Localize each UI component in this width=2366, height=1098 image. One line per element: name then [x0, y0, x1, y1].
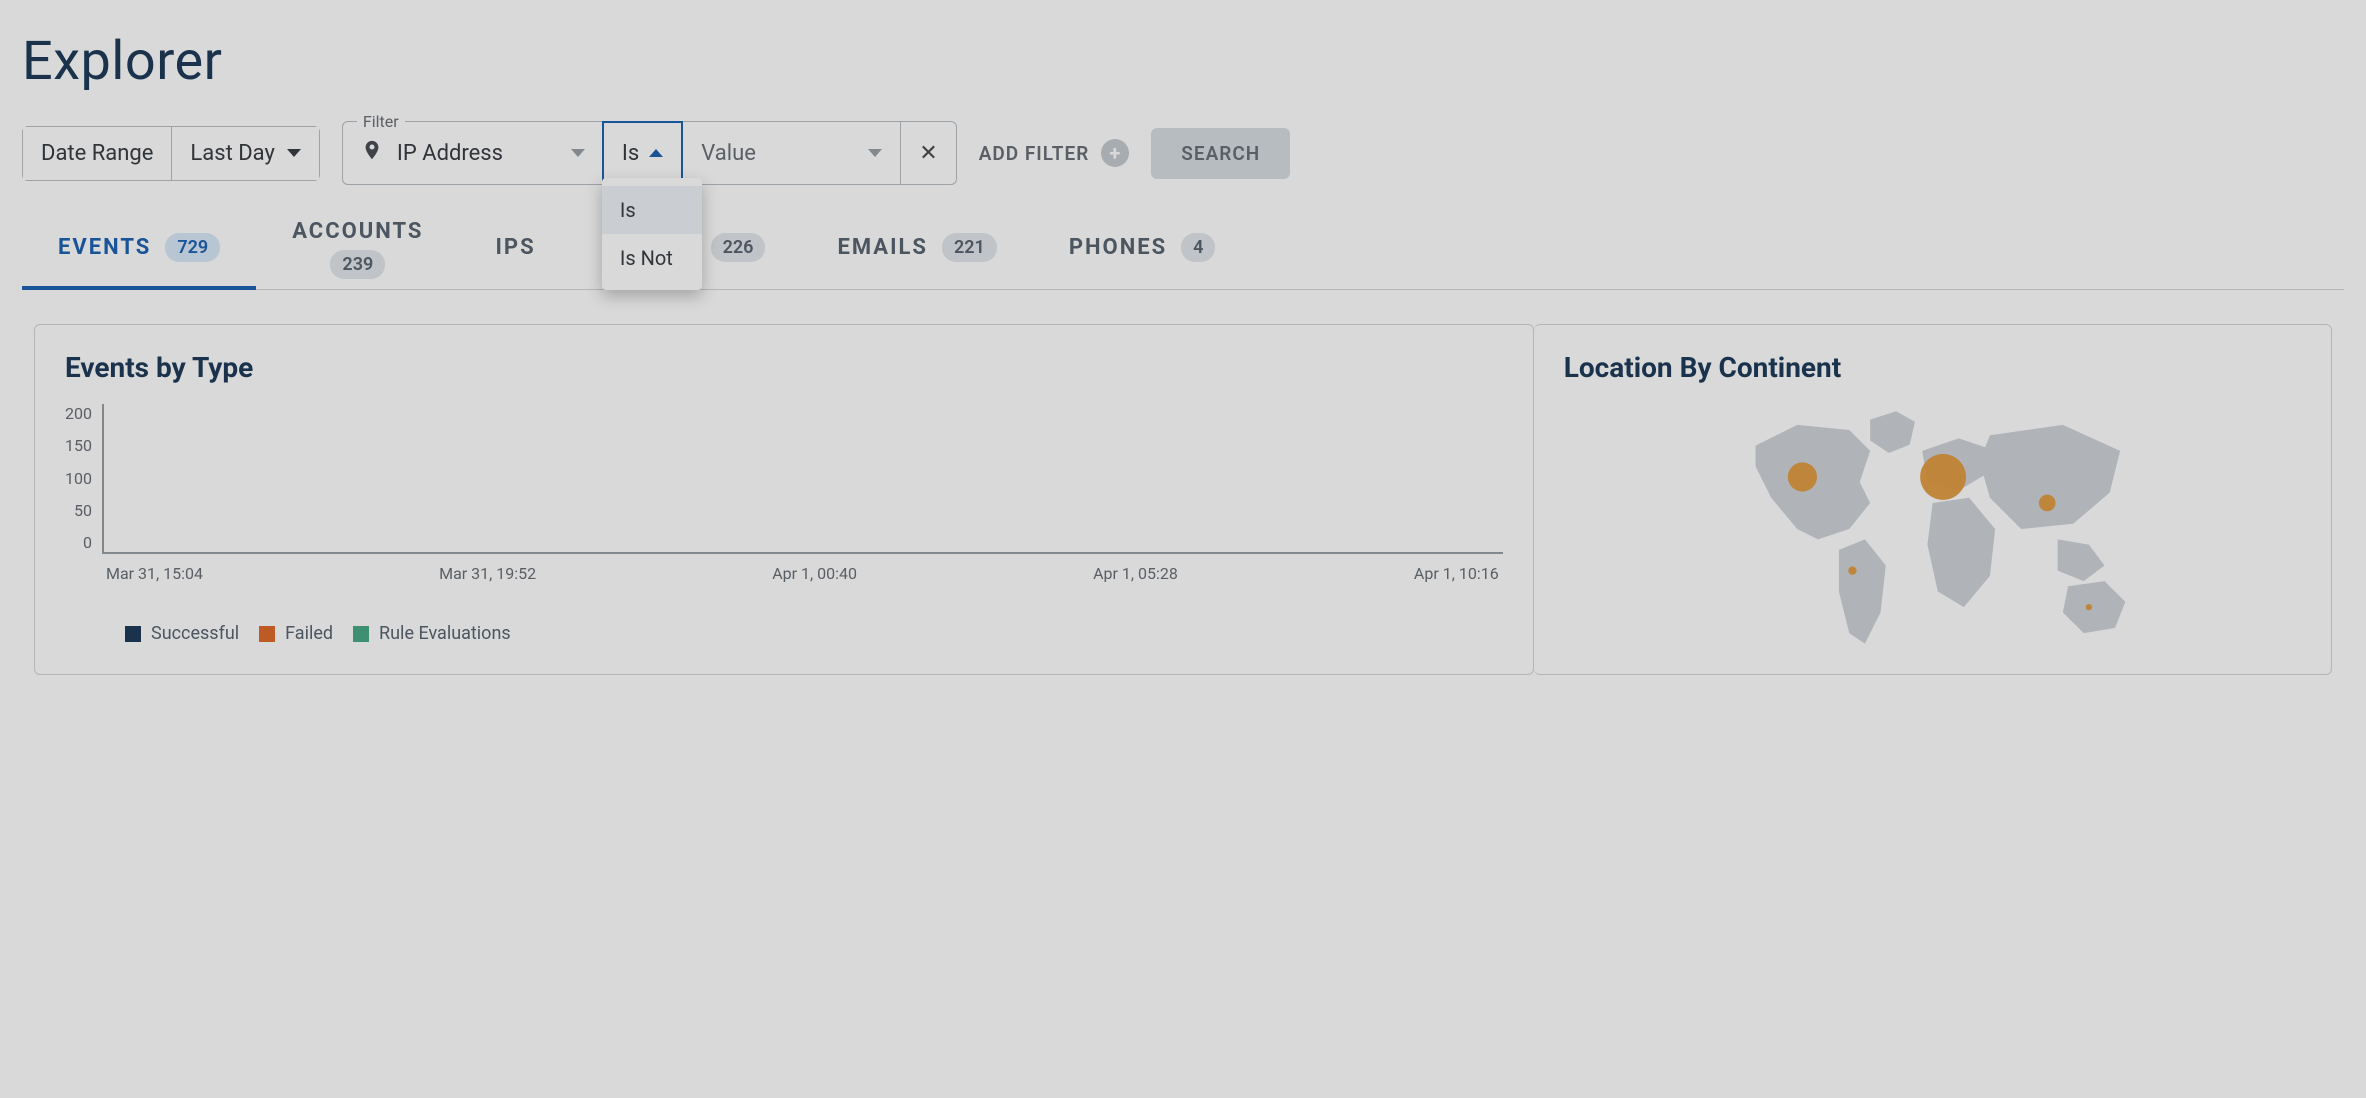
tabs: EVENTS 729 ACCOUNTS 239 IPS PRINTS 226 E…	[22, 209, 2344, 290]
tab-emails[interactable]: EMAILS 221	[801, 209, 1032, 289]
chart-y-axis: 200 150 100 50 0	[65, 404, 102, 554]
date-range-control: Date Range Last Day	[22, 126, 320, 181]
chevron-up-icon	[649, 149, 663, 157]
date-range-label: Date Range	[23, 127, 171, 180]
filter-operator-value: Is	[622, 141, 639, 166]
map-bubble-south-america	[1848, 567, 1856, 575]
cards-row: Events by Type 200 150 100 50 0 Mar 31, 15:0…	[22, 290, 2344, 687]
map-bubble-europe	[1920, 454, 1966, 500]
close-icon: ✕	[919, 141, 937, 166]
map-bubble-asia	[2039, 495, 2056, 512]
tab-badge: 4	[1181, 233, 1215, 262]
operator-dropdown: Is Is Not	[602, 178, 702, 290]
tab-label: EVENTS	[58, 235, 151, 260]
filter-group: Filter IP Address Is Is Is Not	[342, 121, 957, 185]
chart-x-axis: Mar 31, 15:04 Mar 31, 19:52 Apr 1, 00:40 Ap…	[102, 554, 1503, 583]
y-tick: 150	[65, 436, 92, 455]
tab-events[interactable]: EVENTS 729	[22, 209, 256, 289]
page-title: Explorer	[22, 30, 2344, 93]
explorer-page: Explorer Date Range Last Day Filter IP A…	[0, 0, 2366, 717]
x-tick: Apr 1, 10:16	[1414, 564, 1499, 583]
tab-badge: 221	[942, 233, 997, 262]
tab-label: IPS	[495, 235, 535, 260]
operator-option-is-not[interactable]: Is Not	[602, 234, 702, 282]
legend-failed: Failed	[259, 623, 333, 644]
date-range-value: Last Day	[190, 141, 274, 166]
legend-label: Failed	[285, 623, 333, 644]
x-tick: Apr 1, 05:28	[1093, 564, 1178, 583]
filter-remove-button[interactable]: ✕	[900, 122, 955, 184]
y-tick: 100	[65, 469, 92, 488]
chart-plot	[102, 404, 1503, 554]
chevron-down-icon	[868, 149, 882, 157]
date-range-select[interactable]: Last Day	[171, 127, 318, 180]
y-tick: 50	[74, 501, 92, 520]
events-bar-chart: 200 150 100 50 0 Mar 31, 15:04 Mar 31, 19:52 A…	[65, 404, 1503, 583]
filter-operator-select[interactable]: Is Is Is Not	[602, 121, 683, 185]
tab-label: PHONES	[1069, 235, 1167, 260]
tab-label: EMAILS	[837, 235, 928, 260]
search-button[interactable]: SEARCH	[1151, 128, 1290, 179]
swatch-icon	[259, 626, 275, 642]
location-by-continent-card: Location By Continent	[1534, 324, 2332, 675]
filter-value-select[interactable]: Value	[682, 122, 900, 184]
filter-field-select[interactable]: IP Address	[343, 122, 603, 184]
chart-legend: Successful Failed Rule Evaluations	[65, 623, 1503, 644]
x-tick: Mar 31, 15:04	[106, 564, 203, 583]
map-bubble-oceania	[2085, 604, 2091, 610]
add-filter-button[interactable]: ADD FILTER +	[979, 139, 1130, 167]
swatch-icon	[125, 626, 141, 642]
tab-phones[interactable]: PHONES 4	[1033, 209, 1252, 289]
chevron-down-icon	[287, 149, 301, 157]
filter-field-value: IP Address	[397, 141, 503, 166]
y-tick: 200	[65, 404, 92, 423]
search-button-label: SEARCH	[1181, 142, 1260, 165]
world-map	[1564, 404, 2301, 654]
legend-label: Rule Evaluations	[379, 623, 511, 644]
tab-ips[interactable]: IPS	[459, 209, 571, 289]
card-title: Location By Continent	[1564, 351, 2301, 384]
legend-label: Successful	[151, 623, 239, 644]
events-by-type-card: Events by Type 200 150 100 50 0 Mar 31, 15:0…	[34, 324, 1534, 675]
map-bubble-north-america	[1788, 462, 1817, 491]
tab-badge: 239	[330, 250, 385, 279]
tab-accounts[interactable]: ACCOUNTS 239	[256, 209, 459, 289]
date-range-label-text: Date Range	[41, 141, 153, 166]
x-tick: Apr 1, 00:40	[772, 564, 857, 583]
legend-successful: Successful	[125, 623, 239, 644]
swatch-icon	[353, 626, 369, 642]
legend-rule: Rule Evaluations	[353, 623, 511, 644]
chevron-down-icon	[571, 149, 585, 157]
filter-value-placeholder: Value	[701, 141, 756, 166]
world-map-svg	[1564, 404, 2301, 654]
tab-badge: 226	[711, 233, 766, 262]
plus-circle-icon: +	[1101, 139, 1129, 167]
add-filter-label: ADD FILTER	[979, 142, 1090, 165]
tab-badge: 729	[165, 233, 220, 262]
y-tick: 0	[83, 533, 92, 552]
card-title: Events by Type	[65, 351, 1503, 384]
tab-label: ACCOUNTS	[292, 219, 423, 244]
filter-bar: Date Range Last Day Filter IP Address Is	[22, 121, 2344, 185]
operator-option-is[interactable]: Is	[602, 186, 702, 234]
chart-plot-wrap: Mar 31, 15:04 Mar 31, 19:52 Apr 1, 00:40 Ap…	[102, 404, 1503, 583]
x-tick: Mar 31, 19:52	[439, 564, 536, 583]
location-pin-icon	[361, 136, 397, 170]
